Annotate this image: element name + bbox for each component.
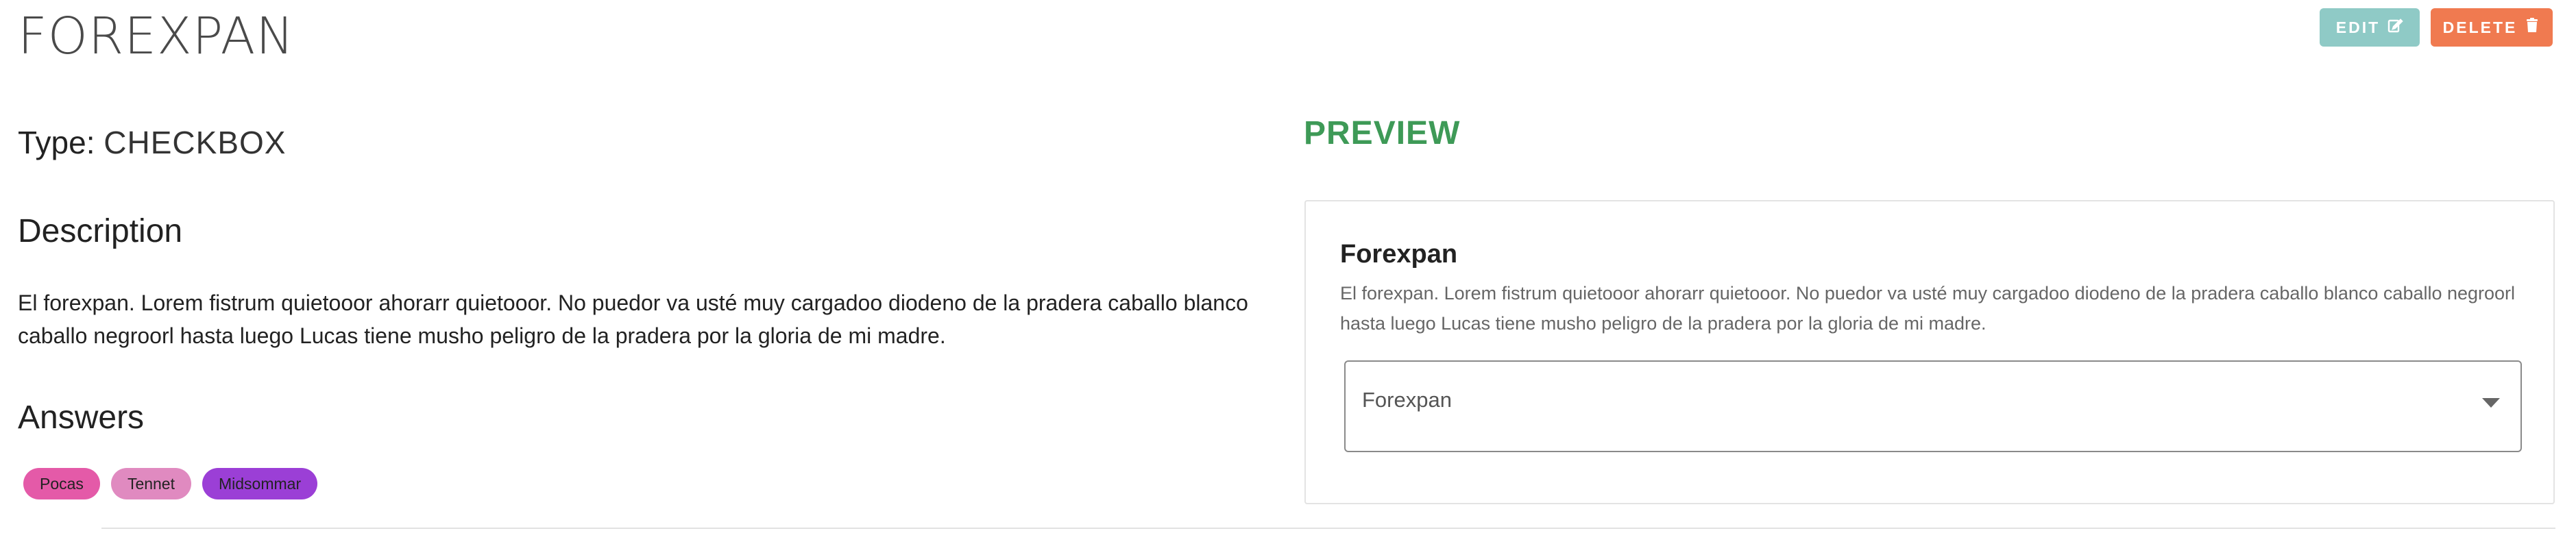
select-value: Forexpan [1362, 388, 1452, 412]
delete-button[interactable]: DELETE [2431, 8, 2553, 47]
trash-icon [2524, 17, 2540, 38]
preview-title: Forexpan [1340, 240, 1458, 269]
edit-button[interactable]: EDIT [2320, 8, 2420, 47]
field-type: Type: CHECKBOX [18, 122, 286, 163]
page-title: FOREXPAN [18, 7, 295, 66]
edit-button-label: EDIT [2335, 18, 2381, 36]
answer-chip: Tennet [110, 468, 191, 499]
action-toolbar: EDIT DELETE [2320, 8, 2553, 47]
type-value: CHECKBOX [104, 125, 287, 160]
bottom-divider [101, 528, 2555, 529]
preview-card: Forexpan El forexpan. Lorem fistrum quie… [1304, 200, 2555, 504]
description-heading: Description [18, 213, 183, 249]
answer-chip: Pocas [23, 468, 100, 499]
preview-select[interactable]: Forexpan [1344, 360, 2522, 452]
answers-heading: Answers [18, 399, 145, 436]
type-label: Type: [18, 125, 95, 160]
caret-down-icon [2481, 396, 2501, 410]
answers-list: Pocas Tennet Midsommar [23, 468, 318, 499]
edit-icon [2387, 17, 2403, 38]
preview-heading: PREVIEW [1304, 115, 1461, 151]
preview-description: El forexpan. Lorem fistrum quietooor aho… [1340, 283, 2516, 334]
description-text: El forexpan. Lorem fistrum quietooor aho… [18, 290, 1248, 348]
delete-button-label: DELETE [2442, 18, 2518, 36]
answer-chip: Midsommar [202, 468, 318, 499]
